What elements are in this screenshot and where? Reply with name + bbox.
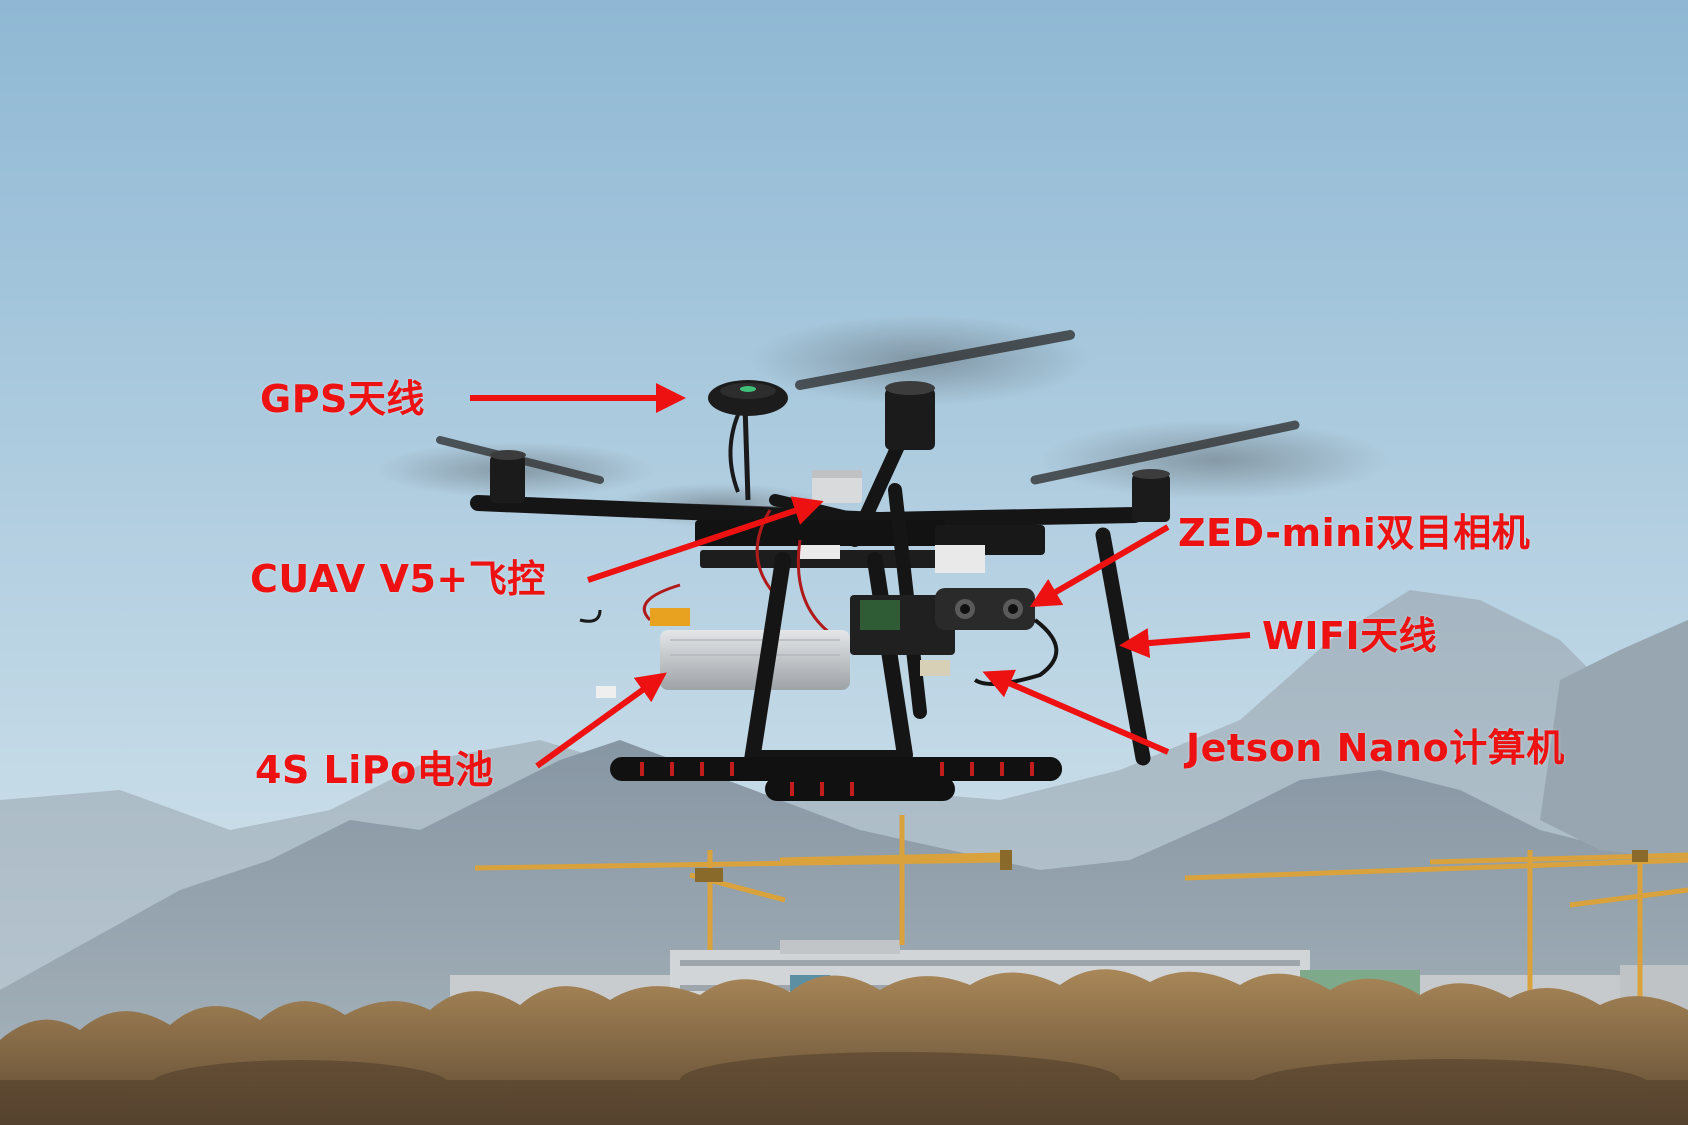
lipo-battery: [660, 630, 850, 690]
tree-shadows: [0, 1052, 1688, 1125]
flight-controller: [812, 475, 862, 503]
label-gps-antenna: GPS天线: [260, 377, 425, 421]
label-compute-board: Jetson Nano计算机: [1186, 726, 1565, 770]
propeller-blur: [1040, 420, 1390, 500]
label-flight-controller: CUAV V5+飞控: [250, 557, 546, 601]
annotated-photo: GPS天线 CUAV V5+飞控 ZED-mini双目相机 WIFI天线 4S …: [0, 0, 1688, 1125]
label-stereo-camera: ZED-mini双目相机: [1178, 511, 1531, 555]
label-wifi-antenna: WIFI天线: [1262, 614, 1438, 658]
label-battery: 4S LiPo电池: [255, 748, 494, 792]
gps-mast: [742, 404, 751, 501]
